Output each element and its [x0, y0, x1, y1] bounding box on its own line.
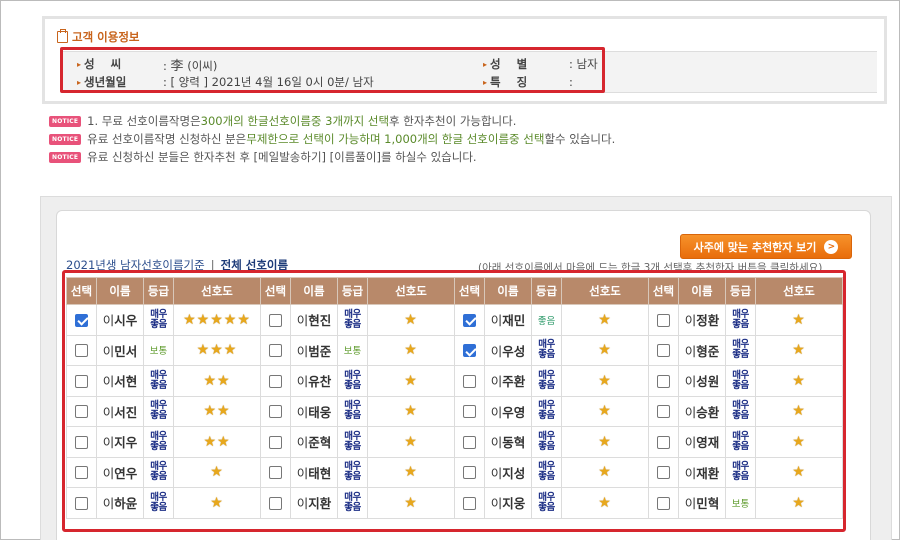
notice-3: NOTICE 유료 신청하신 분들은 한자추천 후 [메일발송하기] [이름풀이…: [49, 149, 477, 165]
notice-text: 유료 선호이름작명 신청하신 분은: [87, 132, 247, 146]
clipboard-icon: [57, 29, 68, 43]
notice-text: 할수 있습니다.: [544, 132, 616, 146]
notice-text: 후 한자추천이 가능합니다.: [389, 114, 517, 128]
customer-info-title-text: 고객 이용정보: [72, 30, 140, 44]
customer-info-title: 고객 이용정보: [57, 29, 139, 45]
notice-badge: NOTICE: [49, 133, 82, 145]
notice-highlight: 무제한으로 선택이 가능하며 1,000개의 한글 선호이름중 선택: [246, 132, 545, 146]
recommend-button-label: 사주에 맞는 추천한자 보기: [693, 240, 817, 254]
notice-badge: NOTICE: [49, 151, 82, 163]
notice-1: NOTICE 1. 무료 선호이름작명은 300개의 한글선호이름중 3개까지 …: [49, 113, 516, 129]
recommend-hanja-button[interactable]: 사주에 맞는 추천한자 보기 >: [680, 234, 852, 259]
highlight-box-info: [60, 47, 605, 93]
highlight-box-table: [62, 270, 846, 532]
notice-badge: NOTICE: [49, 115, 82, 127]
notice-text: 유료 신청하신 분들은 한자추천 후 [메일발송하기] [이름풀이]를 하실수 …: [87, 150, 477, 164]
notice-text: 1. 무료 선호이름작명은: [87, 114, 201, 128]
notice-highlight: 300개의 한글선호이름중 3개까지 선택: [200, 114, 390, 128]
chevron-right-icon: >: [824, 239, 839, 254]
notice-2: NOTICE 유료 선호이름작명 신청하신 분은 무제한으로 선택이 가능하며 1…: [49, 131, 615, 147]
